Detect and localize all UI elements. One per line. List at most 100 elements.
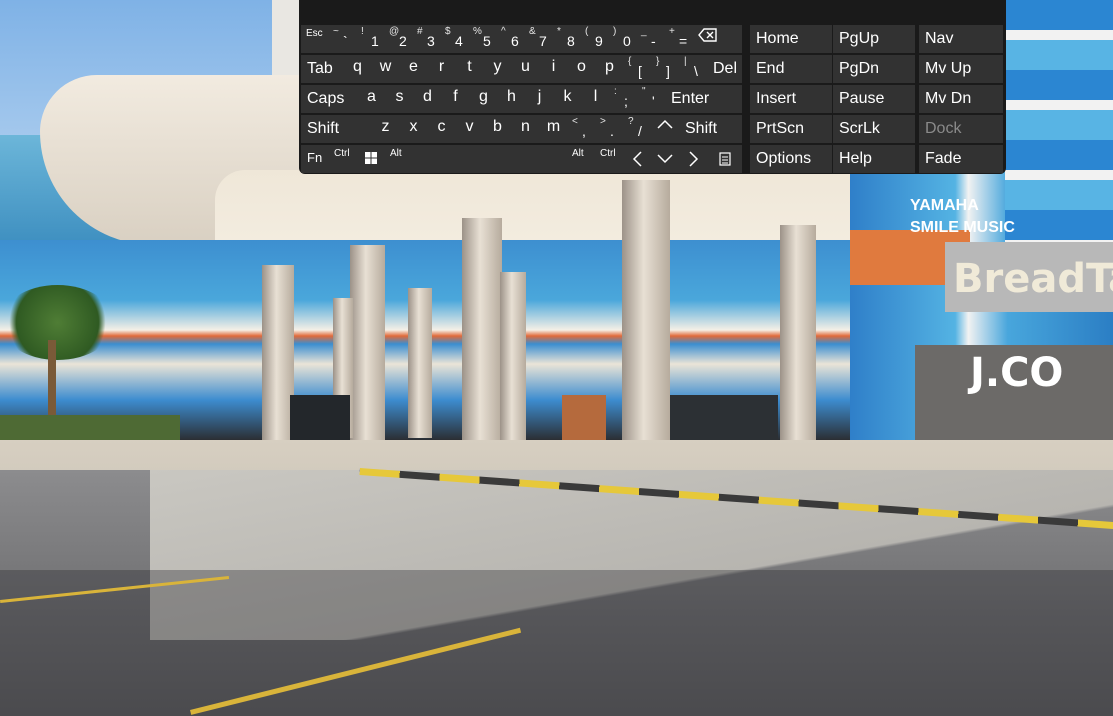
on-screen-keyboard: Esc ~ ` ! 1 @2 #3 $4 % 5 ^ 6 & 7 * 8 (9 ) 0 _ - … — [299, 0, 1006, 174]
key-alt-right[interactable]: Alt — [567, 145, 596, 173]
key-t[interactable]: t — [455, 55, 484, 83]
key-esc[interactable]: Esc — [301, 25, 329, 53]
key-8[interactable]: * 8 — [552, 25, 581, 53]
key-prtscn[interactable]: PrtScn — [750, 115, 832, 143]
key-pgup[interactable]: PgUp — [833, 25, 915, 53]
key-help[interactable]: Help — [833, 145, 915, 173]
key-i[interactable]: i — [539, 55, 568, 83]
key-backspace[interactable] — [692, 25, 742, 53]
key-semicolon[interactable]: :; — [609, 85, 638, 113]
key-fade[interactable]: Fade — [919, 145, 1003, 173]
key-g[interactable]: g — [469, 85, 498, 113]
key-n[interactable]: n — [511, 115, 540, 143]
key-y[interactable]: y — [483, 55, 512, 83]
pillar — [350, 245, 385, 445]
key-shift-right[interactable]: Shift — [679, 115, 742, 143]
key-m[interactable]: m — [539, 115, 568, 143]
key-2[interactable]: @2 — [384, 25, 413, 53]
key-mv-dn[interactable]: Mv Dn — [919, 85, 1003, 113]
key-backslash[interactable]: | \ — [679, 55, 708, 83]
key-h[interactable]: h — [497, 85, 526, 113]
key-0[interactable]: ) 0 — [608, 25, 637, 53]
key-comma[interactable]: <, — [567, 115, 596, 143]
distant-tower — [272, 0, 302, 85]
arrow-left-icon — [632, 151, 642, 167]
key-shift-left[interactable]: Shift — [301, 115, 372, 143]
pillar — [408, 288, 432, 438]
key-3[interactable]: #3 — [412, 25, 441, 53]
key-z[interactable]: z — [371, 115, 400, 143]
key-windows[interactable] — [357, 145, 386, 173]
key-caps[interactable]: Caps — [301, 85, 358, 113]
arrow-down-icon — [657, 154, 673, 164]
key-arrow-left[interactable] — [623, 145, 652, 173]
key-tab[interactable]: Tab — [301, 55, 344, 83]
key-6[interactable]: ^ 6 — [496, 25, 525, 53]
key-p[interactable]: p — [595, 55, 624, 83]
breadtalk-sign: BreadTal — [945, 242, 1113, 312]
key-d[interactable]: d — [413, 85, 442, 113]
key-x[interactable]: x — [399, 115, 428, 143]
key-r[interactable]: r — [427, 55, 456, 83]
key-insert[interactable]: Insert — [750, 85, 832, 113]
key-quote[interactable]: " ' — [637, 85, 666, 113]
key-9[interactable]: (9 — [580, 25, 609, 53]
key-home[interactable]: Home — [750, 25, 832, 53]
key-1[interactable]: ! 1 — [356, 25, 385, 53]
backspace-icon — [698, 28, 717, 42]
key-k[interactable]: k — [553, 85, 582, 113]
key-slash[interactable]: ? / — [623, 115, 652, 143]
key-right-bracket[interactable]: }] — [651, 55, 680, 83]
key-end[interactable]: End — [750, 55, 832, 83]
arrow-right-icon — [689, 151, 699, 167]
key-dock[interactable]: Dock — [919, 115, 1003, 143]
key-ctrl-right[interactable]: Ctrl — [595, 145, 624, 173]
pillar — [780, 225, 816, 460]
key-u[interactable]: u — [511, 55, 540, 83]
key-e[interactable]: e — [399, 55, 428, 83]
key-q[interactable]: q — [343, 55, 372, 83]
key-options[interactable]: Options — [750, 145, 832, 173]
key-minus[interactable]: _ - — [636, 25, 665, 53]
key-5[interactable]: % 5 — [468, 25, 497, 53]
key-b[interactable]: b — [483, 115, 512, 143]
key-4[interactable]: $4 — [440, 25, 469, 53]
key-del[interactable]: Del — [707, 55, 742, 83]
key-nav[interactable]: Nav — [919, 25, 1003, 53]
key-pgdn[interactable]: PgDn — [833, 55, 915, 83]
key-alt-left[interactable]: Alt — [385, 145, 414, 173]
pillar — [500, 272, 526, 448]
key-a[interactable]: a — [357, 85, 386, 113]
key-enter[interactable]: Enter — [665, 85, 742, 113]
right-tower-upper — [1005, 0, 1113, 270]
key-fn[interactable]: Fn — [301, 145, 330, 173]
key-f[interactable]: f — [441, 85, 470, 113]
key-7[interactable]: & 7 — [524, 25, 553, 53]
menu-icon — [719, 152, 731, 166]
key-j[interactable]: j — [525, 85, 554, 113]
key-left-bracket[interactable]: {[ — [623, 55, 652, 83]
key-arrow-up[interactable] — [651, 115, 680, 143]
key-arrow-down[interactable] — [651, 145, 680, 173]
key-pause[interactable]: Pause — [833, 85, 915, 113]
key-equals[interactable]: + = — [664, 25, 693, 53]
yamaha-sign: YAMAHA SMILE MUSIC — [910, 197, 1015, 236]
key-ctrl-left[interactable]: Ctrl — [329, 145, 358, 173]
key-c[interactable]: c — [427, 115, 456, 143]
key-period[interactable]: >. — [595, 115, 624, 143]
key-w[interactable]: w — [371, 55, 400, 83]
key-l[interactable]: l — [581, 85, 610, 113]
key-arrow-right[interactable] — [679, 145, 708, 173]
palm-tree — [0, 285, 115, 360]
key-menu[interactable] — [707, 145, 742, 173]
jco-sign: J.CO — [970, 350, 1064, 396]
pillar — [462, 218, 502, 450]
key-o[interactable]: o — [567, 55, 596, 83]
key-scrlk[interactable]: ScrLk — [833, 115, 915, 143]
arrow-up-icon — [657, 119, 673, 129]
key-mv-up[interactable]: Mv Up — [919, 55, 1003, 83]
key-s[interactable]: s — [385, 85, 414, 113]
key-space[interactable] — [413, 145, 568, 173]
key-v[interactable]: v — [455, 115, 484, 143]
key-backtick[interactable]: ~ ` — [328, 25, 357, 53]
